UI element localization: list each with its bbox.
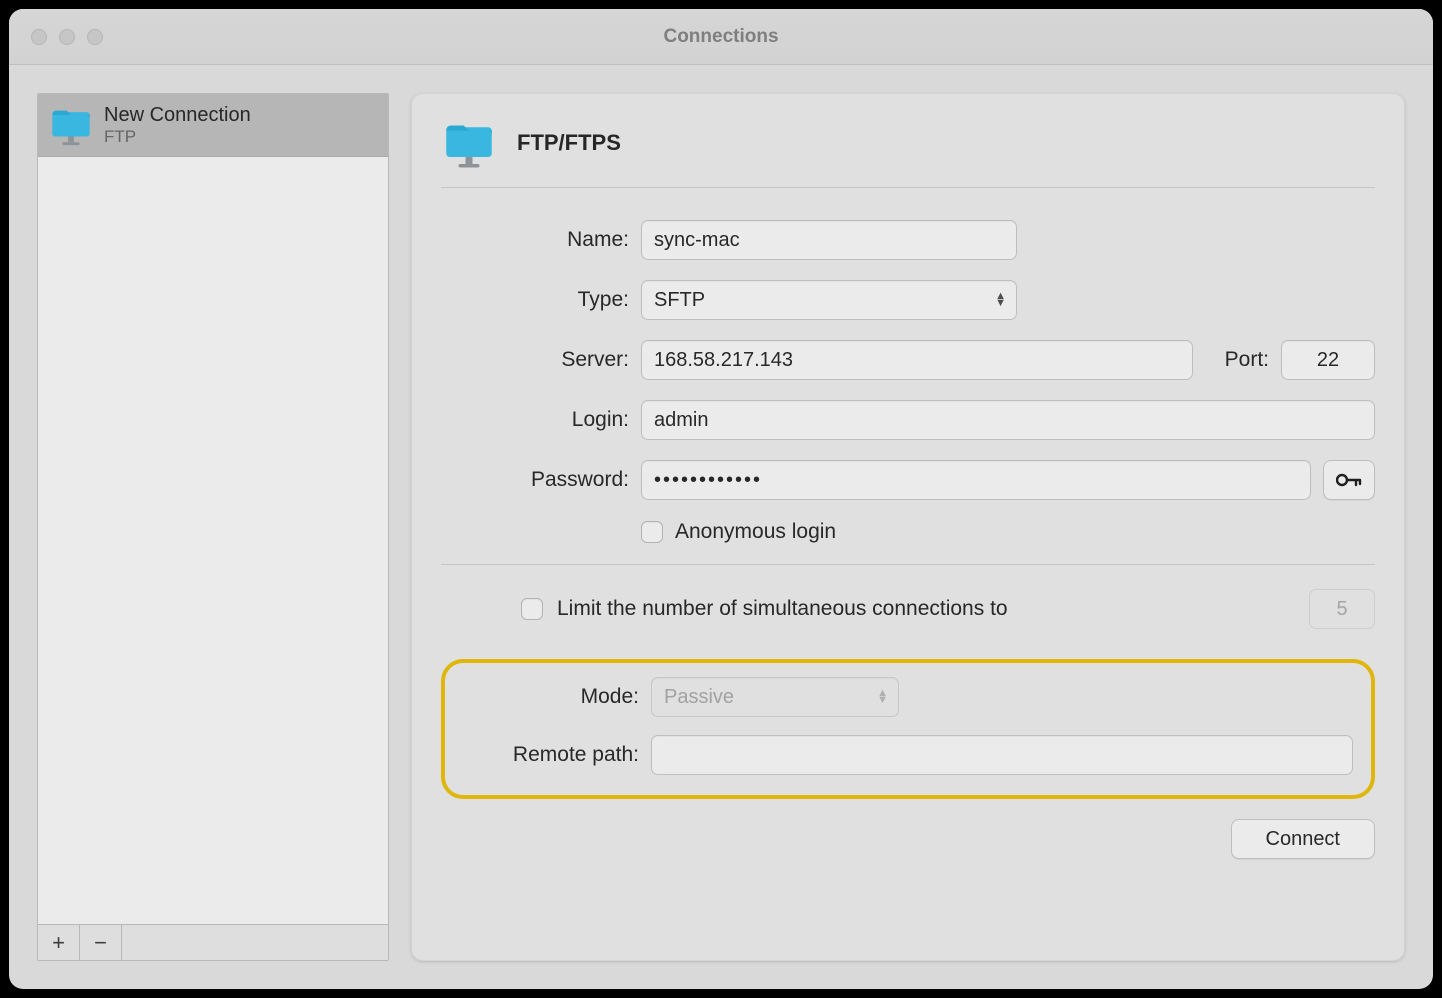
minimize-window-icon[interactable]: [59, 29, 75, 45]
connections-window: Connections New Connection: [9, 9, 1433, 989]
type-select[interactable]: SFTP ▲▼: [641, 280, 1017, 320]
server-label: Server:: [441, 348, 629, 372]
section-divider: [441, 564, 1375, 565]
port-input[interactable]: [1281, 340, 1375, 380]
network-folder-icon: [48, 102, 94, 148]
password-label: Password:: [441, 468, 629, 492]
connection-details-panel: FTP/FTPS Name: Type: SFTP ▲▼: [411, 93, 1405, 961]
remote-path-input[interactable]: [651, 735, 1353, 775]
add-connection-button[interactable]: +: [38, 925, 80, 960]
sidebar-toolbar: + −: [38, 924, 388, 960]
connection-item-subtitle: FTP: [104, 127, 251, 147]
login-input[interactable]: [641, 400, 1375, 440]
server-input[interactable]: [641, 340, 1193, 380]
panel-header: FTP/FTPS: [441, 115, 1375, 188]
select-arrows-icon: ▲▼: [995, 293, 1006, 307]
zoom-window-icon[interactable]: [87, 29, 103, 45]
mode-select-value: Passive: [664, 686, 734, 709]
name-label: Name:: [441, 228, 629, 252]
select-arrows-icon: ▲▼: [877, 690, 888, 704]
name-input[interactable]: [641, 220, 1017, 260]
limit-connections-value: 5: [1309, 589, 1375, 629]
password-input[interactable]: [641, 460, 1311, 500]
key-icon: [1336, 471, 1362, 489]
type-select-value: SFTP: [654, 289, 705, 312]
network-folder-icon: [441, 115, 497, 171]
connect-button[interactable]: Connect: [1231, 819, 1376, 859]
anonymous-login-checkbox[interactable]: [641, 521, 663, 543]
port-label: Port:: [1225, 348, 1269, 372]
plus-icon: +: [52, 930, 65, 956]
content: New Connection FTP + −: [9, 65, 1433, 989]
anonymous-login-label: Anonymous login: [675, 520, 836, 544]
connection-form: Name: Type: SFTP ▲▼ Server:: [441, 188, 1375, 859]
window-title: Connections: [663, 26, 778, 48]
connection-list-item[interactable]: New Connection FTP: [38, 94, 388, 157]
connections-sidebar: New Connection FTP + −: [37, 93, 389, 961]
type-label: Type:: [441, 288, 629, 312]
highlighted-section: Mode: Passive ▲▼ Remote path:: [441, 659, 1375, 799]
connections-list: New Connection FTP: [38, 94, 388, 924]
limit-connections-checkbox[interactable]: [521, 598, 543, 620]
panel-title: FTP/FTPS: [517, 130, 621, 156]
traffic-lights: [31, 29, 103, 45]
remote-path-label: Remote path:: [451, 743, 639, 767]
minus-icon: −: [94, 930, 107, 956]
limit-connections-label: Limit the number of simultaneous connect…: [557, 597, 1008, 621]
remove-connection-button[interactable]: −: [80, 925, 122, 960]
mode-select: Passive ▲▼: [651, 677, 899, 717]
mode-label: Mode:: [451, 685, 639, 709]
connection-item-title: New Connection: [104, 103, 251, 127]
key-options-button[interactable]: [1323, 460, 1375, 500]
close-window-icon[interactable]: [31, 29, 47, 45]
login-label: Login:: [441, 408, 629, 432]
titlebar: Connections: [9, 9, 1433, 65]
